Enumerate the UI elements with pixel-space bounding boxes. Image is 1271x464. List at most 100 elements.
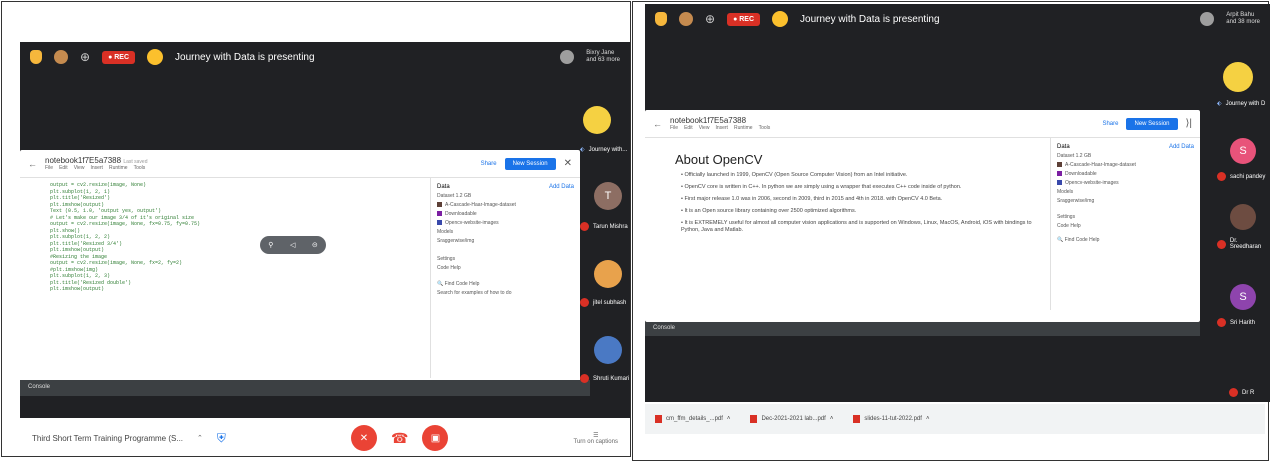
- data-panel-title: Data: [1057, 144, 1070, 150]
- participant-tile[interactable]: S: [1230, 138, 1256, 164]
- menu-tools[interactable]: Tools: [759, 125, 771, 131]
- panel-item[interactable]: Downloadable: [1057, 171, 1194, 177]
- panel-item[interactable]: Sraggerwise/img: [437, 238, 574, 244]
- close-icon[interactable]: ✕: [564, 158, 572, 169]
- participant-tile[interactable]: [594, 260, 622, 288]
- panel-item[interactable]: Downloadable: [437, 211, 574, 217]
- panel-item[interactable]: Models: [437, 229, 574, 235]
- captions-button[interactable]: ☰ Turn on captions: [574, 432, 618, 445]
- markdown-bullet: • It is an Open source library containin…: [681, 208, 857, 214]
- menu-insert[interactable]: Insert: [715, 125, 728, 131]
- participant-name: ⬖ Journey with...: [580, 146, 628, 154]
- panel-item[interactable]: Dataset 1.2 GB: [1057, 153, 1194, 159]
- floating-toolbar[interactable]: ⚲ ◁ ⊝: [260, 236, 326, 254]
- code-help-section[interactable]: Code Help: [1057, 223, 1194, 229]
- participant-name: sachi pandey: [1217, 172, 1265, 181]
- colab-header: ← notebook1f7E5a7388 File Edit View Inse…: [645, 110, 1200, 138]
- participant-tile[interactable]: [583, 106, 611, 134]
- pin-icon[interactable]: ⚲: [268, 241, 273, 249]
- camera-off-button[interactable]: ▣: [422, 425, 449, 451]
- menu-view[interactable]: View: [74, 165, 85, 171]
- participant-tile[interactable]: T: [594, 182, 622, 210]
- markdown-heading: About OpenCV: [675, 152, 763, 167]
- self-avatar: [679, 12, 693, 26]
- panel-item[interactable]: Dataset 1.2 GB: [437, 193, 574, 199]
- menu-insert[interactable]: Insert: [90, 165, 103, 171]
- shield-icon[interactable]: ⛨: [217, 431, 226, 446]
- download-item[interactable]: Dec-2021-2021 lab...pdf ˄: [740, 415, 843, 423]
- menu-edit[interactable]: Edit: [684, 125, 693, 131]
- markdown-bullet: • OpenCV core is written in C++. In pyth…: [681, 184, 962, 190]
- markdown-bullet: • It is EXTREMELY useful for almost all …: [681, 220, 1032, 233]
- panel-item[interactable]: A-Cascade-Haar-Image-dataset: [437, 202, 574, 208]
- find-code-help-button[interactable]: 🔍 Find Code Help: [1057, 237, 1194, 243]
- add-icon[interactable]: ⊕: [80, 50, 90, 64]
- menu-tools[interactable]: Tools: [134, 165, 146, 171]
- mic-off-button[interactable]: ✕: [350, 425, 377, 451]
- download-item[interactable]: cm_ffm_details_...pdf ˄: [645, 415, 740, 423]
- console-bar[interactable]: Console: [645, 322, 1200, 336]
- participant-avatar: [594, 260, 622, 288]
- menu-view[interactable]: View: [699, 125, 710, 131]
- panel-item[interactable]: A-Cascade-Haar-Image-dataset: [1057, 162, 1194, 168]
- chevron-up-icon[interactable]: ⌃: [197, 434, 203, 442]
- markdown-cell[interactable]: About OpenCV • Officially launched in 19…: [645, 138, 1050, 310]
- code-line: plt.imshow(output): [50, 286, 105, 292]
- participant-name: ⬖ Journey with D: [1217, 100, 1266, 108]
- console-bar[interactable]: Console: [20, 380, 590, 396]
- new-session-button[interactable]: New Session: [1126, 117, 1178, 130]
- raise-hand-icon[interactable]: [30, 50, 42, 64]
- mute-icon[interactable]: ◁: [290, 241, 295, 249]
- collapse-icon[interactable]: ⟩|: [1186, 118, 1193, 129]
- raise-hand-icon[interactable]: [655, 12, 667, 26]
- back-arrow-icon[interactable]: ←: [653, 119, 662, 129]
- menu-runtime[interactable]: Runtime: [734, 125, 753, 131]
- back-arrow-icon[interactable]: ←: [28, 159, 37, 169]
- add-icon[interactable]: ⊕: [705, 12, 715, 26]
- data-panel-header: Data Add Data: [1057, 144, 1194, 150]
- host-info: Bixry Jane and 63 more: [586, 50, 620, 64]
- presenting-label: Journey with Data is presenting: [175, 51, 315, 63]
- participant-tile[interactable]: S: [1230, 284, 1256, 310]
- colab-body: output = cv2.resize(image, None) plt.subp…: [20, 178, 580, 378]
- menu-file[interactable]: File: [45, 165, 53, 171]
- pdf-file-icon: [853, 415, 861, 423]
- pdf-file-icon: [655, 415, 662, 423]
- add-data-button[interactable]: Add Data: [1169, 144, 1194, 150]
- participant-tile[interactable]: [1223, 62, 1253, 92]
- menu-runtime[interactable]: Runtime: [109, 165, 128, 171]
- host-avatar: [560, 50, 575, 64]
- presenter-emoji-icon: [772, 11, 789, 27]
- panel-item[interactable]: Opencv-website-images: [437, 220, 574, 226]
- notebook-title[interactable]: notebook1f7E5a7388 Last saved: [45, 156, 148, 165]
- menu-edit[interactable]: Edit: [59, 165, 68, 171]
- participant-tile[interactable]: [594, 336, 622, 364]
- notebook-title[interactable]: notebook1f7E5a7388: [670, 116, 770, 125]
- code-cell[interactable]: output = cv2.resize(image, None) plt.subp…: [20, 178, 430, 378]
- settings-section[interactable]: Settings: [437, 256, 574, 262]
- download-item[interactable]: slides-11-tut-2022.pdf ˄: [843, 415, 939, 423]
- find-code-help-button[interactable]: 🔍 Find Code Help: [437, 281, 574, 287]
- settings-section[interactable]: Settings: [1057, 214, 1194, 220]
- panel-item[interactable]: Models: [1057, 189, 1194, 195]
- menu-file[interactable]: File: [670, 125, 678, 131]
- markdown-bullet: • First major release 1.0 was in 2006, s…: [681, 196, 943, 202]
- participant-tile[interactable]: [1230, 204, 1256, 230]
- host-avatar: [1200, 12, 1215, 26]
- panel-item[interactable]: Opencv-website-images: [1057, 180, 1194, 186]
- new-session-button[interactable]: New Session: [504, 157, 556, 170]
- search-hint: Search for examples of how to do: [437, 290, 512, 296]
- meeting-name: Third Short Term Training Programme (S..…: [32, 433, 184, 443]
- participant-name: Sri Harith: [1217, 318, 1255, 327]
- host-name: Arpit Bahu: [1226, 12, 1255, 18]
- colab-window: ← notebook1f7E5a7388 File Edit View Inse…: [645, 110, 1200, 322]
- code-help-section[interactable]: Code Help: [437, 265, 574, 271]
- add-data-button[interactable]: Add Data: [549, 184, 574, 190]
- data-panel: Data Add Data Dataset 1.2 GB A-Cascade-H…: [430, 178, 580, 378]
- panel-item[interactable]: Sraggerwise/img: [1057, 198, 1194, 204]
- share-button[interactable]: Share: [481, 161, 497, 167]
- share-button[interactable]: Share: [1102, 121, 1118, 127]
- host-count: and 63 more: [586, 57, 620, 63]
- end-call-button[interactable]: ☎: [391, 430, 408, 447]
- settings-icon[interactable]: ⊝: [312, 241, 318, 249]
